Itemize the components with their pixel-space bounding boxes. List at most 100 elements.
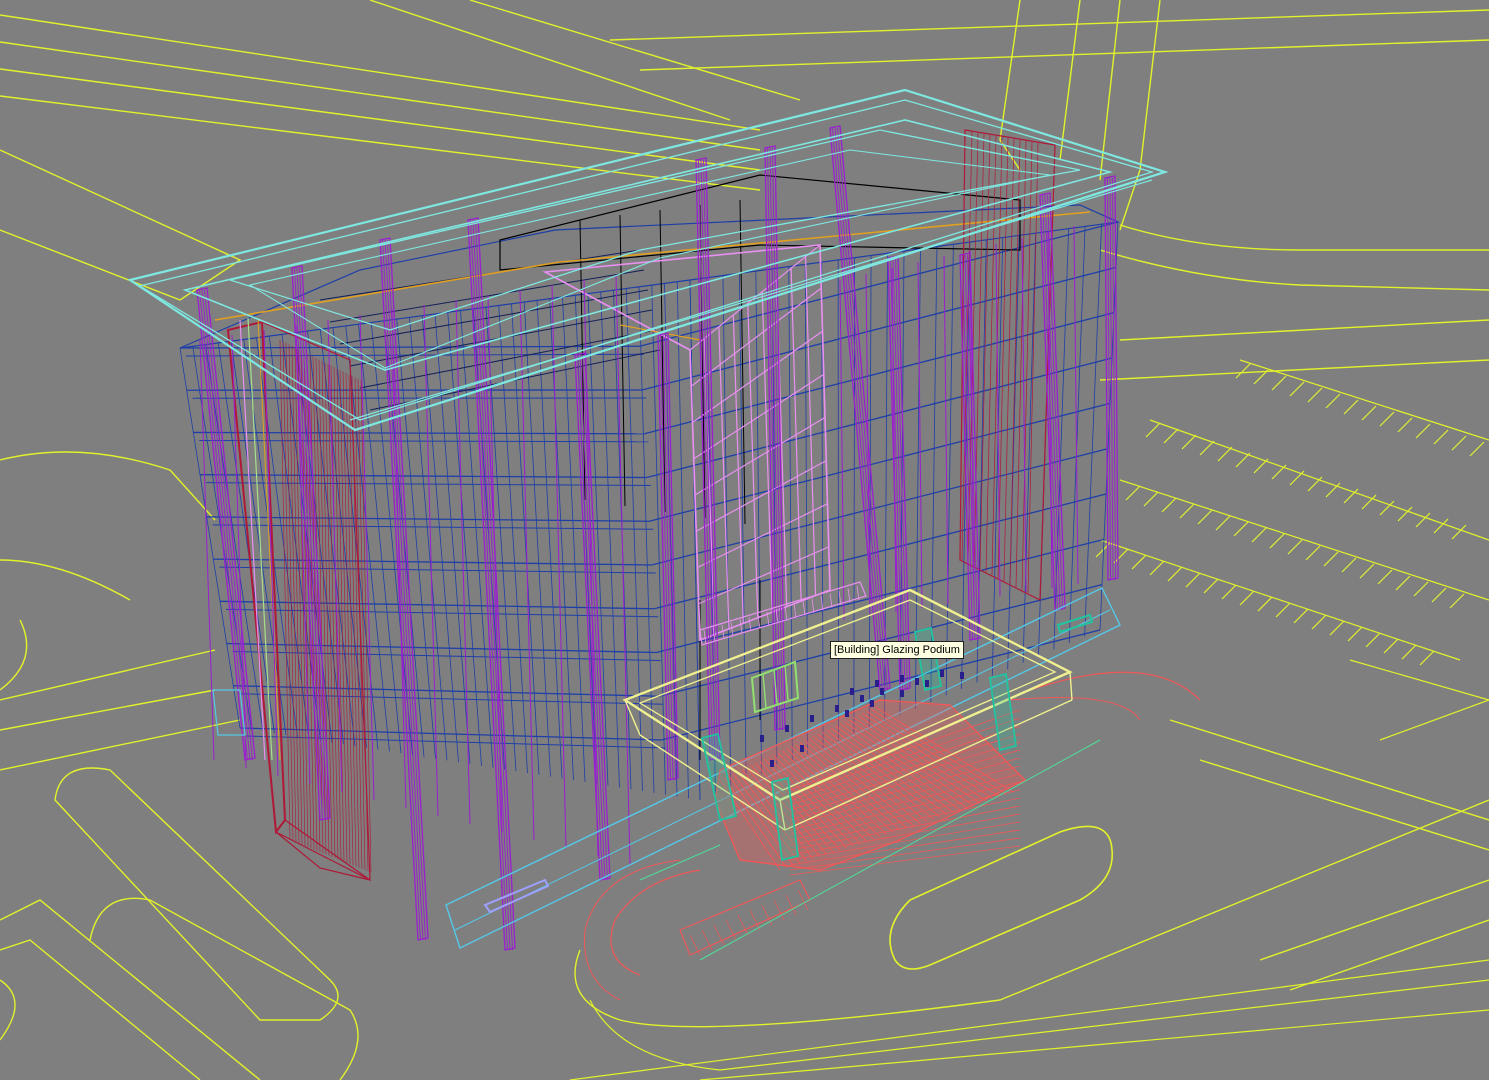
structural-fin-line [384, 239, 424, 941]
parking-stall [1185, 572, 1201, 588]
stair-tower-hatch [282, 341, 294, 842]
glazing-mullion [747, 303, 759, 618]
bollard [835, 705, 839, 712]
wireframe-scene[interactable] [0, 0, 1489, 1080]
stair-tower-hatch [291, 345, 303, 845]
road-curve [1099, 249, 1489, 291]
parking-stall [1271, 375, 1287, 391]
parking-stall [1449, 593, 1465, 609]
road-edge [0, 939, 201, 1080]
floor-slab-line [653, 493, 1107, 610]
parking-stall [1161, 497, 1177, 513]
curtain-wall-mullion [788, 266, 793, 761]
parking-stall [1149, 560, 1165, 576]
bollard [850, 688, 854, 695]
parking-stall [1251, 527, 1267, 543]
core-outline [499, 174, 1021, 271]
interior-floor-line [359, 329, 657, 389]
road-curve [0, 451, 216, 521]
drive-edge [574, 799, 1489, 1028]
parking-stall [1325, 393, 1341, 409]
rear-stair-hatch [985, 135, 997, 573]
entrance-glazing-mullion [829, 593, 833, 608]
drive-edge [589, 979, 1489, 1071]
floor-slab-line [649, 402, 1111, 522]
glazing-fin [995, 243, 1001, 597]
site-layout-lines [0, 0, 1489, 1080]
road-line [639, 39, 1489, 71]
road-edge [0, 719, 241, 771]
interior-floor-line [329, 269, 645, 323]
road-curve [1119, 224, 1489, 251]
glazing-transom [697, 503, 828, 569]
parking-stall [1239, 590, 1255, 606]
bollard [880, 688, 884, 695]
parking-stall [1125, 485, 1141, 501]
stair-tower-hatch [324, 362, 336, 859]
parking-stall [1203, 578, 1219, 594]
entrance-glazing-mullion [811, 598, 815, 613]
floor-slab-line [646, 357, 1113, 479]
roof-parapet-outer-inner [138, 99, 1155, 421]
parking-stall [1395, 575, 1411, 591]
curtain-wall-mullion [945, 244, 954, 696]
curtain-wall-mullion [676, 281, 689, 799]
curtain-wall-mullion [722, 275, 732, 787]
bollard [925, 680, 929, 687]
curtain-wall-mullion [600, 291, 620, 788]
curtain-wall-mullion [511, 303, 540, 775]
stair-tower-hatch [357, 378, 369, 872]
parking-stall [1145, 422, 1161, 438]
parking-stall [1271, 464, 1287, 480]
ramp-curve [583, 859, 681, 1001]
glazing-fin [969, 249, 975, 601]
ramp-rail [761, 904, 773, 926]
parking-stall [1343, 399, 1359, 415]
stair-tower-hatch [360, 380, 372, 873]
entrance-glazing-mullion [802, 601, 806, 616]
parking-stall [1163, 428, 1179, 444]
road-curve [0, 559, 131, 601]
ramp-rail [689, 934, 701, 956]
gate-bar [784, 665, 789, 701]
floor-slab-line [199, 474, 647, 479]
parking-row-edge [1099, 539, 1461, 661]
parking-stall [1217, 446, 1233, 462]
rear-stair-hatch [973, 133, 985, 567]
road-line [0, 41, 761, 151]
parking-stall [1329, 620, 1345, 636]
floor-slab-line [651, 448, 1109, 566]
road-curve [0, 979, 16, 1041]
parking-stall [1323, 551, 1339, 567]
parking-stall [1269, 533, 1285, 549]
glazing-fin [1073, 225, 1079, 585]
structural-fin-line [472, 219, 511, 951]
bollard [860, 695, 864, 702]
parking-stall [1143, 491, 1159, 507]
parking-stall [1361, 405, 1377, 421]
bench [483, 878, 550, 914]
road-line [609, 9, 1489, 41]
parking-stall [1289, 381, 1305, 397]
3d-viewport[interactable]: [Building] Glazing Podium [0, 0, 1489, 1080]
bollard [760, 735, 764, 742]
parking-stall [1131, 554, 1147, 570]
glazing-mullion [689, 349, 701, 641]
bollard [900, 690, 904, 697]
road-curve [89, 897, 359, 1080]
parking-stall [1305, 545, 1321, 561]
parking-stall [1215, 515, 1231, 531]
stair-tower-hatch [345, 372, 357, 867]
parking-stall [1221, 584, 1237, 600]
parking-stall [1257, 596, 1273, 612]
road-edge [0, 899, 261, 1080]
glazing-transom [694, 416, 826, 496]
parking-stall [1341, 557, 1357, 573]
curtain-wall-mullion [1084, 224, 1102, 637]
ramp-rail [725, 919, 737, 941]
curtain-wall-mullion [755, 271, 762, 774]
parking-stall [1397, 417, 1413, 433]
road-line [0, 95, 761, 191]
road-line [0, 14, 761, 131]
parking-stall [1179, 503, 1195, 519]
